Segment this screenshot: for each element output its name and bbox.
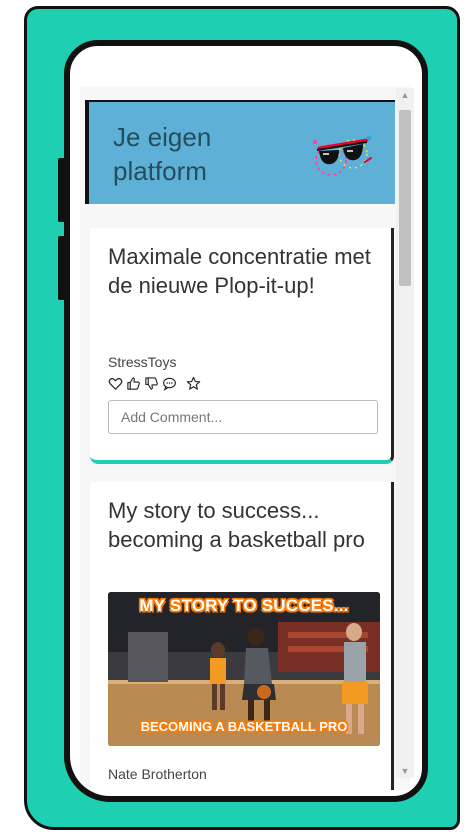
- sunglasses-icon: [313, 135, 372, 176]
- app-header: Je eigen platform: [85, 100, 395, 204]
- post-author[interactable]: Nate Brotherton: [108, 766, 207, 782]
- scrollbar-thumb[interactable]: [399, 110, 411, 286]
- post-card[interactable]: My story to success... becoming a basket…: [90, 482, 394, 790]
- star-icon[interactable]: [186, 376, 201, 391]
- scroll-down-icon[interactable]: ▼: [396, 764, 414, 778]
- app-title: Je eigen platform: [113, 122, 212, 186]
- comment-icon[interactable]: [162, 376, 177, 391]
- image-caption-top: MY STORY TO SUCCES...: [139, 596, 349, 615]
- phone-screen: Je eigen platform Maximale concentratie …: [64, 40, 428, 802]
- post-title[interactable]: My story to success... becoming a basket…: [108, 496, 372, 554]
- post-title[interactable]: Maximale concentratie met de nieuwe Plop…: [108, 242, 372, 300]
- image-caption-bottom: BECOMING A BASKETBALL PRO: [140, 719, 348, 734]
- post-card[interactable]: Maximale concentratie met de nieuwe Plop…: [90, 228, 394, 464]
- scrollbar[interactable]: ▲ ▼: [396, 88, 414, 778]
- comment-input[interactable]: [108, 400, 378, 434]
- scroll-up-icon[interactable]: ▲: [396, 88, 414, 102]
- post-actions: [108, 376, 201, 391]
- thumbs-up-icon[interactable]: [126, 376, 141, 391]
- heart-icon[interactable]: [108, 376, 123, 391]
- feed-viewport[interactable]: Je eigen platform Maximale concentratie …: [80, 86, 410, 790]
- post-author[interactable]: StressToys: [108, 354, 176, 370]
- thumbs-down-icon[interactable]: [144, 376, 159, 391]
- post-image[interactable]: MY STORY TO SUCCES... BECOMING A BASKETB…: [108, 592, 380, 746]
